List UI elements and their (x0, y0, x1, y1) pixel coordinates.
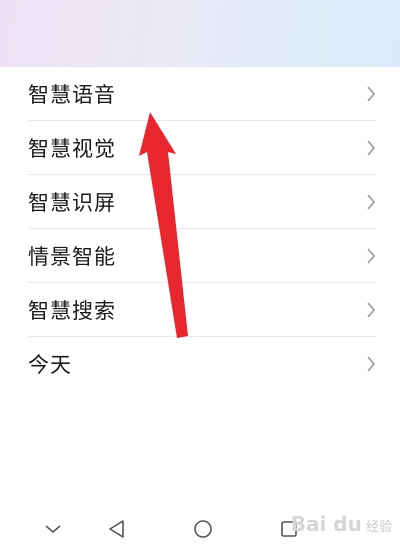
menu-item-label: 智慧视觉 (28, 137, 116, 161)
menu-item-label: 智慧搜索 (28, 299, 116, 323)
chevron-right-icon (367, 302, 376, 318)
circle-home-icon[interactable] (190, 516, 216, 542)
triangle-back-icon[interactable] (104, 516, 130, 542)
chevron-right-icon (367, 356, 376, 372)
chevron-right-icon (367, 194, 376, 210)
menu-item-smart-voice[interactable]: 智慧语音 (0, 67, 400, 121)
baidu-watermark: Bai du 经验 (291, 512, 392, 536)
watermark-text: 经验 (365, 520, 392, 535)
menu-item-today[interactable]: 今天 (0, 337, 400, 391)
menu-item-label: 今天 (28, 353, 72, 377)
settings-list: 智慧语音 智慧视觉 智慧识屏 情景智能 智慧搜索 今天 (0, 67, 400, 391)
menu-item-smart-search[interactable]: 智慧搜索 (0, 283, 400, 337)
chevron-right-icon (367, 248, 376, 264)
chevron-right-icon (367, 86, 376, 102)
menu-item-smart-vision[interactable]: 智慧视觉 (0, 121, 400, 175)
chevron-right-icon (367, 140, 376, 156)
menu-item-label: 智慧识屏 (28, 191, 116, 215)
menu-item-label: 情景智能 (28, 245, 116, 269)
header-gradient (0, 0, 400, 67)
menu-item-scene-intelligence[interactable]: 情景智能 (0, 229, 400, 283)
watermark-logo: Bai du (290, 512, 362, 536)
menu-item-smart-screen[interactable]: 智慧识屏 (0, 175, 400, 229)
chevron-down-icon[interactable] (40, 516, 66, 542)
menu-item-label: 智慧语音 (28, 83, 116, 107)
